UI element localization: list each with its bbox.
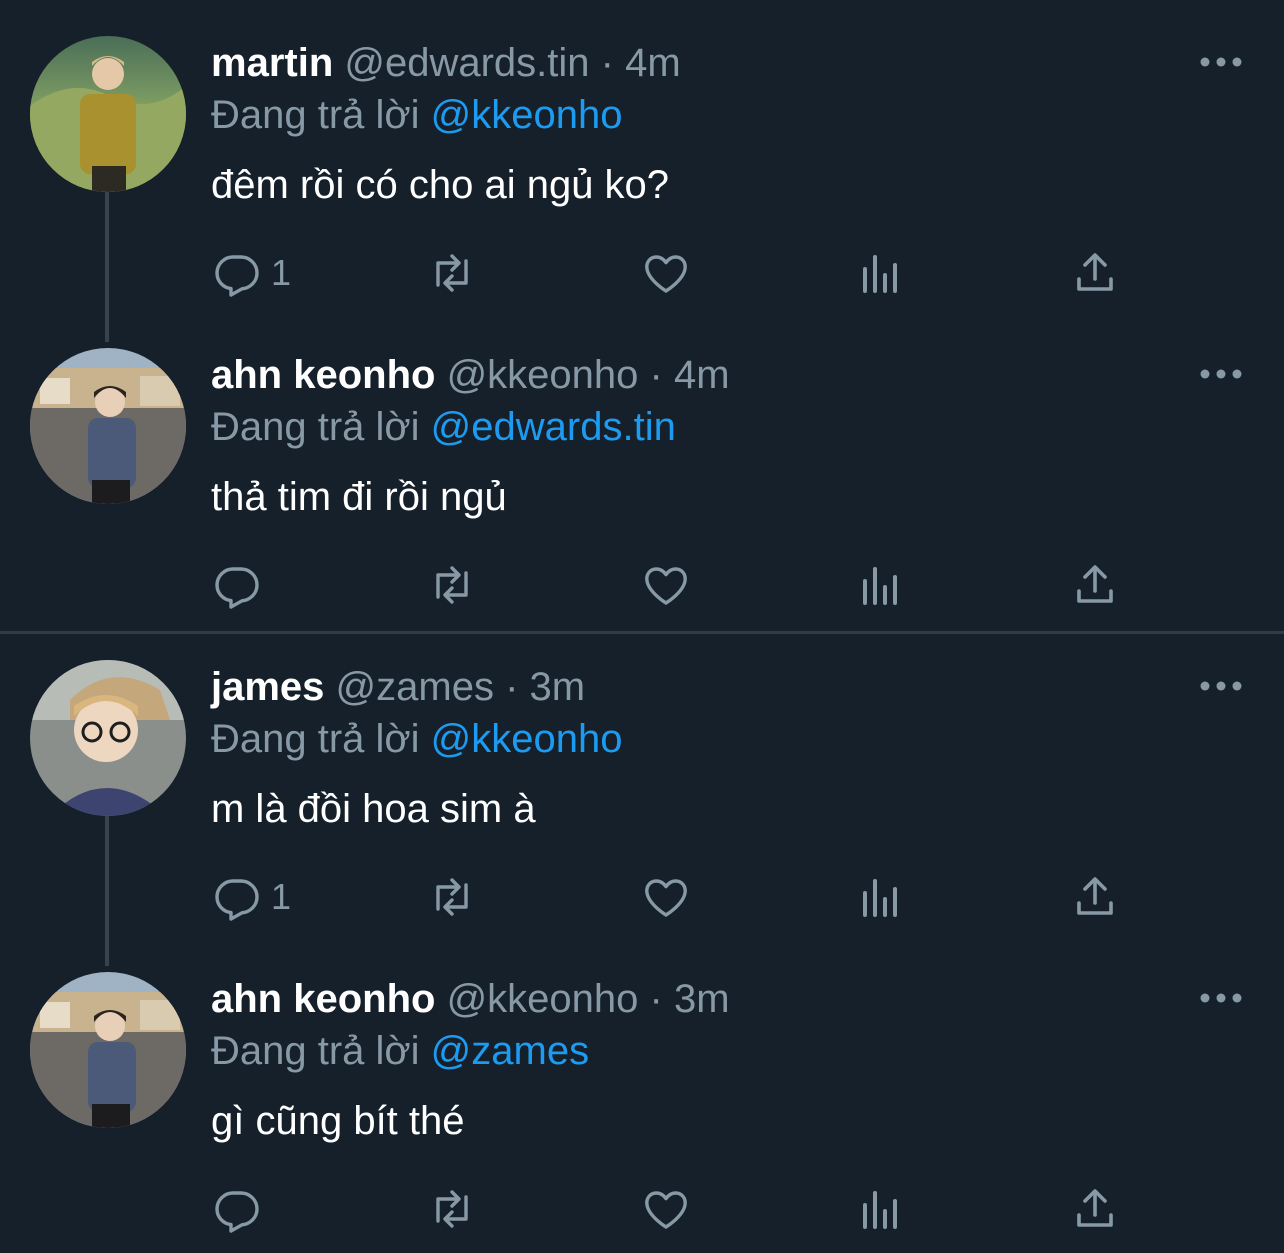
username-handle[interactable]: @zames bbox=[336, 665, 494, 709]
avatar[interactable] bbox=[30, 348, 186, 504]
analytics-button[interactable] bbox=[857, 870, 905, 924]
reply-icon bbox=[215, 255, 259, 297]
separator-dot: · bbox=[505, 665, 519, 709]
tweet-text: gì cũng bít thé bbox=[211, 1099, 465, 1143]
retweet-icon bbox=[436, 254, 468, 292]
share-button[interactable] bbox=[1071, 870, 1119, 924]
separator-dot: · bbox=[649, 353, 663, 397]
like-button[interactable] bbox=[642, 1182, 690, 1236]
avatar-photo bbox=[30, 36, 186, 192]
mention-link[interactable]: @edwards.tin bbox=[431, 405, 676, 449]
tweet[interactable]: ahn keonho @kkeonho · 4m Đang trả lời @e… bbox=[0, 312, 1284, 624]
share-icon bbox=[1077, 1189, 1113, 1227]
analytics-icon bbox=[863, 1191, 897, 1229]
share-button[interactable] bbox=[1071, 558, 1119, 612]
share-button[interactable] bbox=[1071, 1182, 1119, 1236]
reply-icon bbox=[215, 879, 259, 921]
display-name[interactable]: ahn keonho bbox=[211, 353, 435, 397]
replying-to-label: Đang trả lời bbox=[211, 405, 420, 449]
mention-link[interactable]: @zames bbox=[431, 1029, 589, 1073]
reply-count: 1 bbox=[271, 876, 292, 917]
analytics-icon bbox=[863, 255, 897, 293]
separator-dot: · bbox=[649, 977, 663, 1021]
tweet-text: thả tim đi rồi ngủ bbox=[211, 475, 507, 519]
timeline: martin @edwards.tin · 4m Đang trả lời @k… bbox=[0, 0, 1284, 1253]
tweet-header: ahn keonho @kkeonho · 3m bbox=[211, 974, 730, 1024]
username-handle[interactable]: @kkeonho bbox=[447, 353, 639, 397]
retweet-button[interactable] bbox=[428, 870, 476, 924]
retweet-icon bbox=[436, 878, 468, 916]
timestamp[interactable]: 4m bbox=[625, 41, 681, 85]
replying-to-label: Đang trả lời bbox=[211, 1029, 420, 1073]
more-options-icon[interactable] bbox=[1198, 674, 1244, 698]
replying-to: Đang trả lời @kkeonho bbox=[211, 714, 623, 764]
avatar-photo bbox=[30, 972, 186, 1128]
reply-button[interactable]: 1 bbox=[213, 246, 291, 300]
reply-icon bbox=[215, 567, 259, 609]
more-options-icon[interactable] bbox=[1198, 50, 1244, 74]
display-name[interactable]: james bbox=[211, 665, 324, 709]
avatar-photo bbox=[30, 660, 186, 816]
like-button[interactable] bbox=[642, 246, 690, 300]
like-icon bbox=[645, 255, 687, 293]
avatar[interactable] bbox=[30, 660, 186, 816]
avatar[interactable] bbox=[30, 36, 186, 192]
analytics-button[interactable] bbox=[857, 558, 905, 612]
tweet-header: ahn keonho @kkeonho · 4m bbox=[211, 350, 730, 400]
reply-count: 1 bbox=[271, 252, 292, 293]
like-button[interactable] bbox=[642, 558, 690, 612]
tweet-header: martin @edwards.tin · 4m bbox=[211, 38, 681, 88]
tweet[interactable]: james @zames · 3m Đang trả lời @kkeonho … bbox=[0, 624, 1284, 936]
like-icon bbox=[645, 879, 687, 917]
avatar[interactable] bbox=[30, 972, 186, 1128]
reply-icon bbox=[215, 1191, 259, 1233]
retweet-icon bbox=[436, 566, 468, 604]
like-icon bbox=[645, 567, 687, 605]
tweet-actions: 1 bbox=[0, 246, 1284, 300]
share-button[interactable] bbox=[1071, 246, 1119, 300]
username-handle[interactable]: @edwards.tin bbox=[344, 41, 589, 85]
mention-link[interactable]: @kkeonho bbox=[431, 717, 623, 761]
mention-link[interactable]: @kkeonho bbox=[431, 93, 623, 137]
like-button[interactable] bbox=[642, 870, 690, 924]
replying-to: Đang trả lời @kkeonho bbox=[211, 90, 623, 140]
share-icon bbox=[1077, 565, 1113, 603]
retweet-icon bbox=[436, 1190, 468, 1228]
more-options-icon[interactable] bbox=[1198, 986, 1244, 1010]
timestamp[interactable]: 3m bbox=[530, 665, 586, 709]
reply-button[interactable]: 1 bbox=[213, 870, 291, 924]
analytics-button[interactable] bbox=[857, 1182, 905, 1236]
tweet-actions bbox=[0, 1182, 1284, 1236]
replying-to-label: Đang trả lời bbox=[211, 93, 420, 137]
share-icon bbox=[1077, 253, 1113, 291]
timestamp[interactable]: 3m bbox=[674, 977, 730, 1021]
tweet[interactable]: ahn keonho @kkeonho · 3m Đang trả lời @z… bbox=[0, 936, 1284, 1248]
analytics-icon bbox=[863, 567, 897, 605]
replying-to-label: Đang trả lời bbox=[211, 717, 420, 761]
reply-button[interactable] bbox=[213, 1182, 271, 1236]
tweet-text: đêm rồi có cho ai ngủ ko? bbox=[211, 163, 670, 207]
share-icon bbox=[1077, 877, 1113, 915]
replying-to: Đang trả lời @edwards.tin bbox=[211, 402, 676, 452]
replying-to: Đang trả lời @zames bbox=[211, 1026, 589, 1076]
like-icon bbox=[645, 1191, 687, 1229]
tweet-text: m là đồi hoa sim à bbox=[211, 787, 536, 831]
tweet-actions: 1 bbox=[0, 870, 1284, 924]
tweet-actions bbox=[0, 558, 1284, 612]
display-name[interactable]: ahn keonho bbox=[211, 977, 435, 1021]
tweet[interactable]: martin @edwards.tin · 4m Đang trả lời @k… bbox=[0, 0, 1284, 312]
more-options-icon[interactable] bbox=[1198, 362, 1244, 386]
separator-dot: · bbox=[600, 41, 614, 85]
retweet-button[interactable] bbox=[428, 1182, 476, 1236]
retweet-button[interactable] bbox=[428, 246, 476, 300]
display-name[interactable]: martin bbox=[211, 41, 333, 85]
reply-button[interactable] bbox=[213, 558, 271, 612]
analytics-icon bbox=[863, 879, 897, 917]
timestamp[interactable]: 4m bbox=[674, 353, 730, 397]
tweet-header: james @zames · 3m bbox=[211, 662, 585, 712]
analytics-button[interactable] bbox=[857, 246, 905, 300]
username-handle[interactable]: @kkeonho bbox=[447, 977, 639, 1021]
retweet-button[interactable] bbox=[428, 558, 476, 612]
avatar-photo bbox=[30, 348, 186, 504]
